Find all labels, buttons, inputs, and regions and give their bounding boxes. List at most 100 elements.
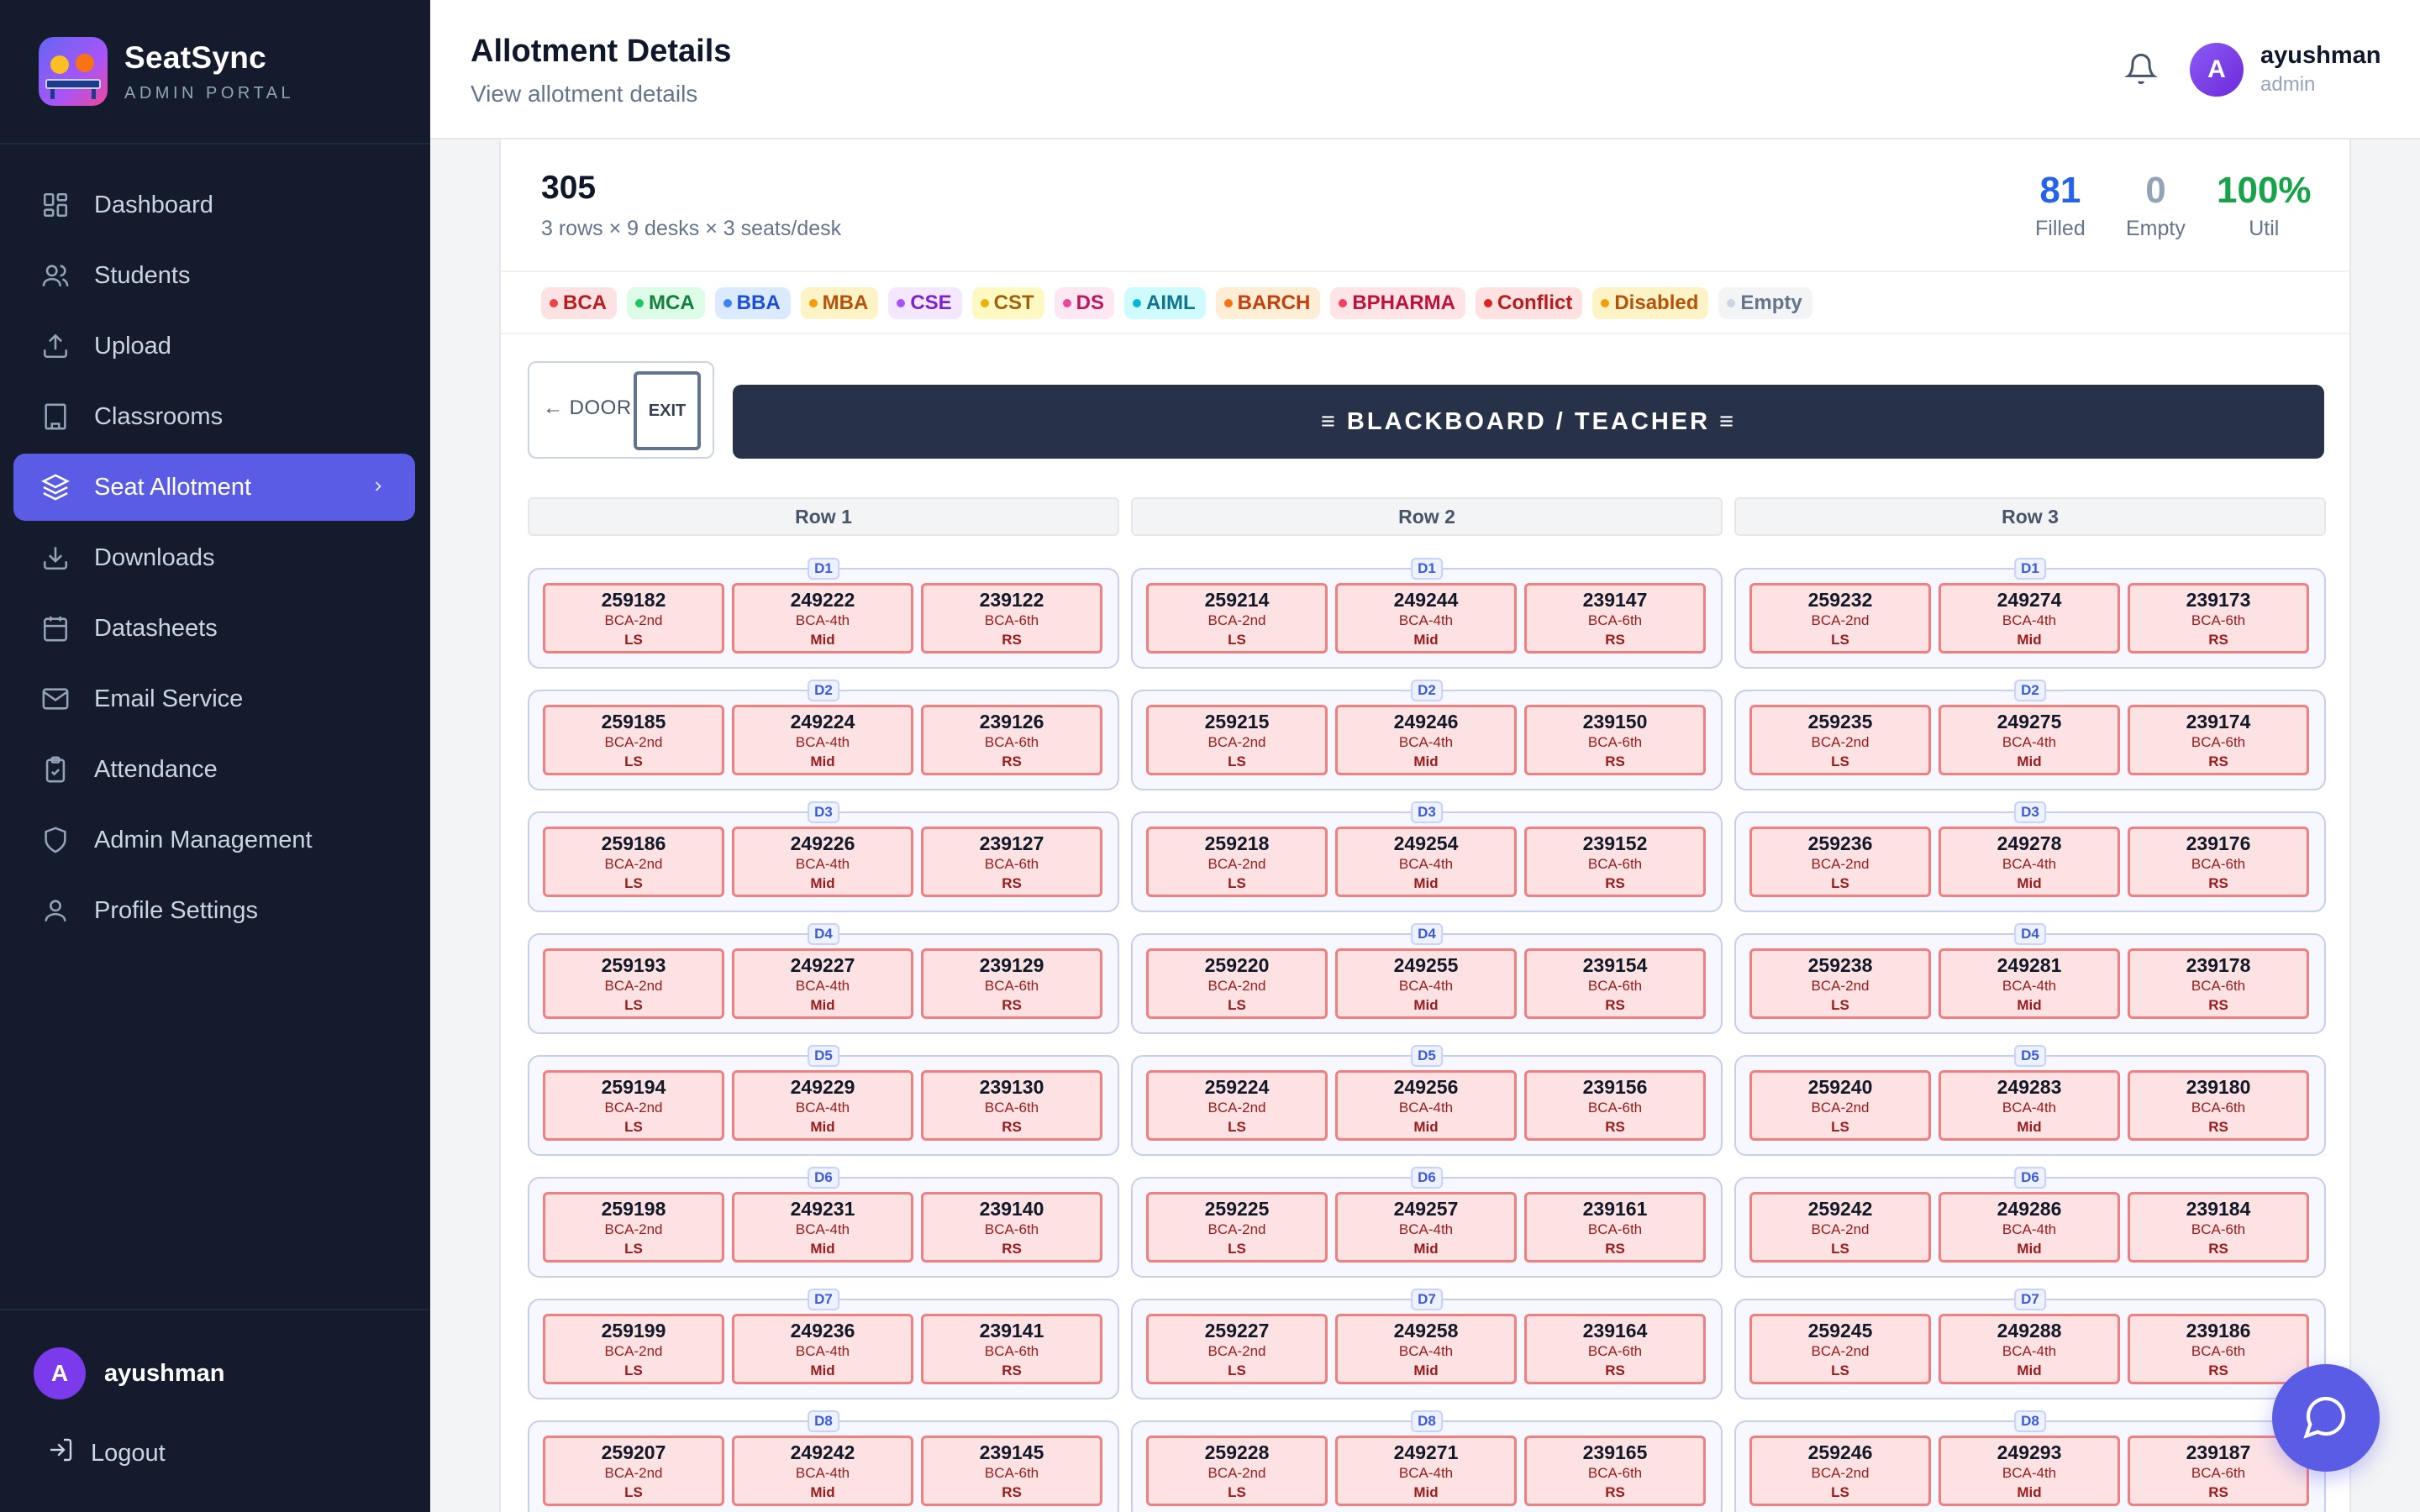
seat-cell[interactable]: 239126 BCA-6th RS [921, 705, 1102, 775]
seat-cell[interactable]: 249236 BCA-4th Mid [732, 1314, 913, 1384]
sidebar-item-seat-allotment[interactable]: Seat Allotment [13, 454, 415, 521]
seat-cell[interactable]: 259228 BCA-2nd LS [1146, 1436, 1328, 1506]
seat-position: LS [1228, 1362, 1246, 1378]
seat-cell[interactable]: 259224 BCA-2nd LS [1146, 1070, 1328, 1141]
seat-cell[interactable]: 239173 BCA-6th RS [2128, 583, 2309, 654]
seat-cell[interactable]: 259225 BCA-2nd LS [1146, 1192, 1328, 1263]
seat-cell[interactable]: 259186 BCA-2nd LS [543, 827, 724, 897]
sidebar-item-downloads[interactable]: Downloads [13, 524, 415, 591]
seat-cell[interactable]: 259235 BCA-2nd LS [1749, 705, 1931, 775]
seat-cell[interactable]: 249231 BCA-4th Mid [732, 1192, 913, 1263]
seat-cell[interactable]: 259232 BCA-2nd LS [1749, 583, 1931, 654]
legend-chip-disabled: Disabled [1592, 287, 1709, 319]
seat-cell[interactable]: 249227 BCA-4th Mid [732, 948, 913, 1019]
seat-cell[interactable]: 259207 BCA-2nd LS [543, 1436, 724, 1506]
seat-class: BCA-6th [984, 734, 1039, 750]
seat-cell[interactable]: 249229 BCA-4th Mid [732, 1070, 913, 1141]
seat-cell[interactable]: 259242 BCA-2nd LS [1749, 1192, 1931, 1263]
seat-cell[interactable]: 259240 BCA-2nd LS [1749, 1070, 1931, 1141]
seat-cell[interactable]: 239184 BCA-6th RS [2128, 1192, 2309, 1263]
seat-cell[interactable]: 239176 BCA-6th RS [2128, 827, 2309, 897]
door-label: ← DOOR [543, 396, 632, 419]
seat-cell[interactable]: 249242 BCA-4th Mid [732, 1436, 913, 1506]
seat-cell[interactable]: 239186 BCA-6th RS [2128, 1314, 2309, 1384]
seat-cell[interactable]: 259245 BCA-2nd LS [1749, 1314, 1931, 1384]
seat-cell[interactable]: 259182 BCA-2nd LS [543, 583, 724, 654]
seat-cell[interactable]: 259220 BCA-2nd LS [1146, 948, 1328, 1019]
sidebar-item-attendance[interactable]: Attendance [13, 736, 415, 803]
legend-dot [1223, 299, 1233, 307]
stat-filled-label: Filled [2035, 217, 2086, 240]
seat-cell[interactable]: 239130 BCA-6th RS [921, 1070, 1102, 1141]
seat-cell[interactable]: 239147 BCA-6th RS [1524, 583, 1706, 654]
seat-cell[interactable]: 259214 BCA-2nd LS [1146, 583, 1328, 654]
seat-cell[interactable]: 249226 BCA-4th Mid [732, 827, 913, 897]
sidebar-item-profile-settings[interactable]: Profile Settings [13, 877, 415, 944]
seat-cell[interactable]: 249222 BCA-4th Mid [732, 583, 913, 654]
dashboard-icon [40, 190, 71, 220]
seat-cell[interactable]: 249278 BCA-4th Mid [1939, 827, 2120, 897]
sidebar-item-upload[interactable]: Upload [13, 312, 415, 380]
seat-cell[interactable]: 239141 BCA-6th RS [921, 1314, 1102, 1384]
brand[interactable]: SeatSync ADMIN PORTAL [39, 37, 294, 106]
seat-cell[interactable]: 239164 BCA-6th RS [1524, 1314, 1706, 1384]
seat-cell[interactable]: 239127 BCA-6th RS [921, 827, 1102, 897]
seat-cell[interactable]: 239161 BCA-6th RS [1524, 1192, 1706, 1263]
seat-cell[interactable]: 239178 BCA-6th RS [2128, 948, 2309, 1019]
seat-student-id: 249227 [790, 954, 855, 976]
seat-cell[interactable]: 259238 BCA-2nd LS [1749, 948, 1931, 1019]
seat-cell[interactable]: 249255 BCA-4th Mid [1335, 948, 1517, 1019]
sidebar-item-admin-management[interactable]: Admin Management [13, 806, 415, 874]
seat-cell[interactable]: 249257 BCA-4th Mid [1335, 1192, 1517, 1263]
seat-student-id: 259185 [601, 711, 666, 732]
seat-cell[interactable]: 249293 BCA-4th Mid [1939, 1436, 2120, 1506]
sidebar-item-dashboard[interactable]: Dashboard [13, 171, 415, 239]
seat-cell[interactable]: 249244 BCA-4th Mid [1335, 583, 1517, 654]
seat-cell[interactable]: 249281 BCA-4th Mid [1939, 948, 2120, 1019]
sidebar-item-datasheets[interactable]: Datasheets [13, 595, 415, 662]
seat-cell[interactable]: 239122 BCA-6th RS [921, 583, 1102, 654]
seat-cell[interactable]: 249283 BCA-4th Mid [1939, 1070, 2120, 1141]
seat-cell[interactable]: 249288 BCA-4th Mid [1939, 1314, 2120, 1384]
seat-cell[interactable]: 249271 BCA-4th Mid [1335, 1436, 1517, 1506]
seat-cell[interactable]: 239174 BCA-6th RS [2128, 705, 2309, 775]
sidebar-item-email-service[interactable]: Email Service [13, 665, 415, 732]
seat-cell[interactable]: 249258 BCA-4th Mid [1335, 1314, 1517, 1384]
seat-cell[interactable]: 239140 BCA-6th RS [921, 1192, 1102, 1263]
seat-cell[interactable]: 239145 BCA-6th RS [921, 1436, 1102, 1506]
seat-class: BCA-4th [1398, 856, 1454, 872]
bell-icon[interactable] [2124, 50, 2158, 92]
seat-position: LS [1228, 875, 1246, 891]
sidebar-item-classrooms[interactable]: Classrooms [13, 383, 415, 450]
seat-cell[interactable]: 249246 BCA-4th Mid [1335, 705, 1517, 775]
seat-cell[interactable]: 259236 BCA-2nd LS [1749, 827, 1931, 897]
seat-cell[interactable]: 249224 BCA-4th Mid [732, 705, 913, 775]
user-menu[interactable]: A ayushman admin [2190, 42, 2381, 97]
seat-cell[interactable]: 239156 BCA-6th RS [1524, 1070, 1706, 1141]
seat-cell[interactable]: 259194 BCA-2nd LS [543, 1070, 724, 1141]
seat-cell[interactable]: 259227 BCA-2nd LS [1146, 1314, 1328, 1384]
seat-cell[interactable]: 249286 BCA-4th Mid [1939, 1192, 2120, 1263]
sidebar-user[interactable]: A ayushman [34, 1347, 224, 1399]
seat-cell[interactable]: 239180 BCA-6th RS [2128, 1070, 2309, 1141]
seat-cell[interactable]: 249274 BCA-4th Mid [1939, 583, 2120, 654]
seat-cell[interactable]: 239152 BCA-6th RS [1524, 827, 1706, 897]
seat-cell[interactable]: 259193 BCA-2nd LS [543, 948, 724, 1019]
seat-cell[interactable]: 259198 BCA-2nd LS [543, 1192, 724, 1263]
seat-cell[interactable]: 249256 BCA-4th Mid [1335, 1070, 1517, 1141]
seat-cell[interactable]: 239150 BCA-6th RS [1524, 705, 1706, 775]
logout-button[interactable]: Logout [47, 1436, 166, 1470]
seat-cell[interactable]: 239154 BCA-6th RS [1524, 948, 1706, 1019]
sidebar-item-students[interactable]: Students [13, 242, 415, 309]
seat-student-id: 259198 [601, 1198, 666, 1220]
seat-cell[interactable]: 259185 BCA-2nd LS [543, 705, 724, 775]
seat-cell[interactable]: 259218 BCA-2nd LS [1146, 827, 1328, 897]
seat-cell[interactable]: 259199 BCA-2nd LS [543, 1314, 724, 1384]
seat-cell[interactable]: 239165 BCA-6th RS [1524, 1436, 1706, 1506]
seat-cell[interactable]: 239129 BCA-6th RS [921, 948, 1102, 1019]
seat-cell[interactable]: 249254 BCA-4th Mid [1335, 827, 1517, 897]
seat-cell[interactable]: 249275 BCA-4th Mid [1939, 705, 2120, 775]
seat-cell[interactable]: 259215 BCA-2nd LS [1146, 705, 1328, 775]
chat-button[interactable] [2272, 1364, 2380, 1472]
seat-cell[interactable]: 259246 BCA-2nd LS [1749, 1436, 1931, 1506]
